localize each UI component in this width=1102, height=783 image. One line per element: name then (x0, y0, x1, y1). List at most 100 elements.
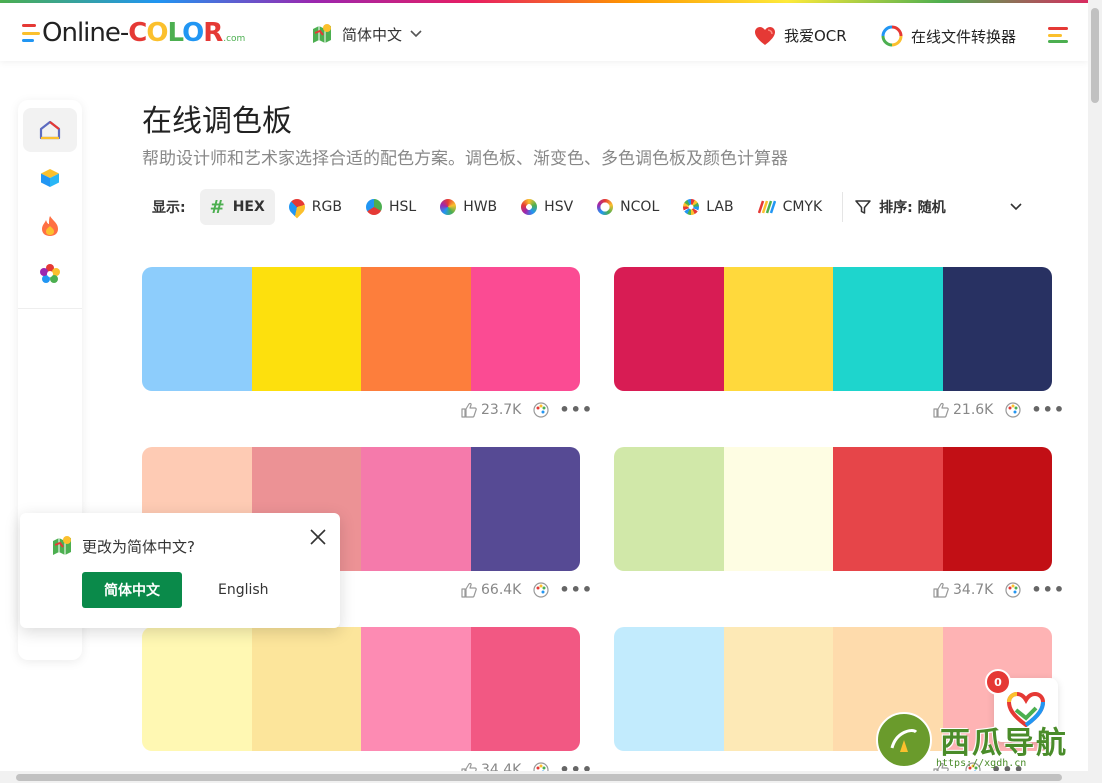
color-swatch[interactable] (251, 627, 361, 751)
hash-icon: # (209, 196, 225, 218)
sidebar-item-cube[interactable] (23, 156, 77, 200)
color-swatch[interactable] (251, 267, 361, 391)
vertical-scrollbar[interactable] (1088, 0, 1102, 783)
format-filter-bar: 显示: # HEX RGB HSL HWB HSV NCOL LAB CMYK (142, 189, 1030, 225)
like-count: 66.4K (481, 581, 522, 598)
flower-icon (40, 264, 60, 283)
hamburger-menu-icon[interactable] (1048, 27, 1068, 43)
favorites-count-badge: 0 (985, 669, 1011, 695)
horizontal-scrollbar[interactable] (0, 771, 1088, 783)
display-label: 显示: (152, 200, 186, 216)
logo-com: .com (223, 34, 246, 44)
sidebar-item-home[interactable] (23, 108, 77, 152)
format-ncol[interactable]: NCOL (587, 189, 669, 225)
palette-card[interactable] (614, 447, 1052, 571)
palette-icon[interactable] (533, 581, 549, 598)
ocr-link[interactable]: 我爱OCR (754, 25, 847, 46)
format-hsv[interactable]: HSV (511, 189, 583, 225)
thumbs-up-icon (461, 582, 477, 598)
color-swatch[interactable] (614, 267, 724, 391)
palette-icon[interactable] (533, 401, 549, 418)
format-hsl[interactable]: HSL (356, 189, 426, 225)
color-swatch[interactable] (142, 267, 252, 391)
thumbs-up-icon (933, 402, 949, 418)
sidebar-item-flower[interactable] (23, 252, 77, 296)
logo-lines-icon (22, 24, 40, 42)
thumbs-up-icon (461, 402, 477, 418)
lab-icon (683, 199, 700, 215)
chevron-down-icon (410, 27, 422, 41)
more-options-icon[interactable]: ••• (559, 580, 593, 599)
palette-icon[interactable] (1005, 581, 1021, 598)
ocr-link-label: 我爱OCR (784, 27, 847, 45)
color-swatch[interactable] (833, 447, 943, 571)
format-hex-label: HEX (232, 199, 265, 215)
vertical-scroll-thumb[interactable] (1091, 8, 1099, 103)
language-selector[interactable]: 简体中文 (310, 23, 422, 45)
more-options-icon[interactable]: ••• (559, 400, 593, 419)
format-hex[interactable]: # HEX (199, 189, 275, 225)
palette-icon[interactable] (1005, 401, 1021, 418)
format-cmyk[interactable]: CMYK (748, 189, 833, 225)
fire-icon (42, 216, 58, 236)
page-title: 在线调色板 (142, 104, 292, 139)
palette-card[interactable] (614, 267, 1052, 391)
file-converter-link[interactable]: 在线文件转换器 (881, 25, 1016, 47)
color-swatch[interactable] (942, 447, 1052, 571)
format-lab-label: LAB (706, 199, 734, 215)
like-count: 34.7K (953, 581, 994, 598)
color-swatch[interactable] (470, 447, 580, 571)
english-button[interactable]: English (218, 572, 269, 608)
globe-icon (53, 536, 71, 555)
hsl-icon (365, 199, 382, 215)
more-options-icon[interactable]: ••• (1031, 580, 1065, 599)
color-swatch[interactable] (723, 447, 833, 571)
format-lab[interactable]: LAB (673, 189, 743, 225)
horizontal-scroll-thumb[interactable] (16, 774, 1062, 781)
sort-dropdown[interactable]: 排序: 随机 (855, 197, 1029, 217)
palette-meta: 23.7K ••• (461, 400, 593, 419)
converter-icon (881, 25, 903, 47)
color-swatch[interactable] (723, 627, 833, 751)
color-swatch[interactable] (470, 627, 580, 751)
site-logo[interactable]: Online- COLOR .com (22, 17, 245, 49)
cube-icon (41, 169, 59, 187)
color-swatch[interactable] (361, 447, 471, 571)
sidebar-item-fire[interactable] (23, 204, 77, 248)
format-hsv-label: HSV (544, 199, 574, 215)
hsv-icon (521, 199, 538, 215)
format-rgb[interactable]: RGB (279, 189, 352, 225)
format-hwb-label: HWB (463, 199, 498, 215)
watermark-url: https://xgdh.cn (936, 758, 1027, 769)
like-button[interactable]: 23.7K (461, 402, 521, 418)
palette-card[interactable] (142, 627, 580, 751)
color-swatch[interactable] (361, 627, 471, 751)
color-swatch[interactable] (833, 267, 943, 391)
more-options-icon[interactable]: ••• (1031, 400, 1065, 419)
palette-card[interactable] (142, 267, 580, 391)
hwb-icon (440, 199, 457, 215)
color-swatch[interactable] (361, 267, 471, 391)
color-swatch[interactable] (142, 627, 252, 751)
color-swatch[interactable] (470, 267, 580, 391)
color-swatch[interactable] (723, 267, 833, 391)
thumbs-up-icon (933, 582, 949, 598)
color-swatch[interactable] (614, 627, 724, 751)
palette-meta: 66.4K ••• (461, 580, 593, 599)
language-label: 简体中文 (342, 25, 403, 44)
file-converter-label: 在线文件转换器 (911, 27, 1017, 46)
watermelon-logo-icon (876, 712, 932, 768)
color-swatch[interactable] (942, 267, 1052, 391)
like-button[interactable]: 21.6K (933, 402, 993, 418)
cmyk-icon (757, 200, 776, 214)
palette-meta: 34.7K ••• (933, 580, 1065, 599)
like-button[interactable]: 66.4K (461, 582, 521, 598)
popup-close-icon[interactable] (308, 527, 328, 547)
format-cmyk-label: CMYK (782, 199, 823, 215)
color-swatch[interactable] (614, 447, 724, 571)
sort-label: 排序: 随机 (879, 200, 946, 216)
switch-language-button[interactable]: 简体中文 (82, 572, 182, 608)
rgb-icon (285, 195, 309, 219)
format-hwb[interactable]: HWB (430, 189, 507, 225)
like-button[interactable]: 34.7K (933, 582, 993, 598)
